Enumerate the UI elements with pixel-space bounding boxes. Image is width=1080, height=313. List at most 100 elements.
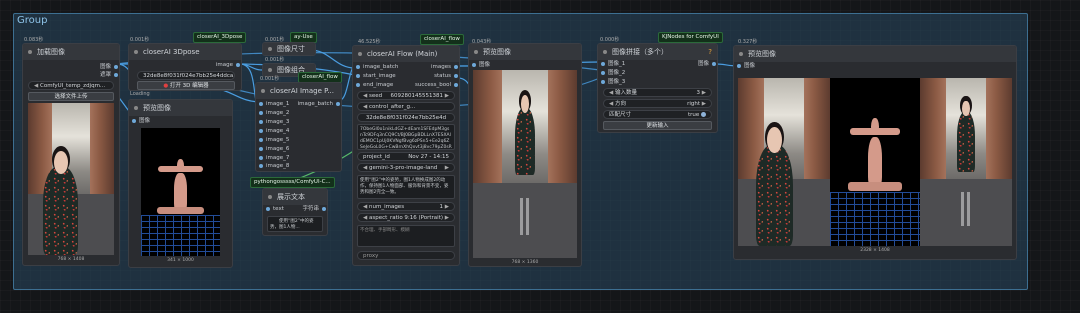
node-title[interactable]: 图像拼接（多个）? (598, 44, 717, 60)
collapse-dot-icon[interactable] (739, 52, 743, 56)
control-after-generate-widget[interactable]: ◀ control_after_g...randomize ▶ (357, 102, 455, 111)
output-image-socket[interactable]: image (216, 62, 241, 69)
preview-image-node-right[interactable]: 预览图像 图像 2328 × 1408 (733, 45, 1017, 260)
person-figure (43, 150, 78, 255)
collapse-dot-icon[interactable] (268, 47, 272, 51)
closerai-image-pack-node[interactable]: closerAI Image P... image_1 image_2 imag… (255, 82, 342, 172)
image-size-node[interactable]: 图像尺寸 (262, 42, 316, 56)
preview-image-node-center[interactable]: 预览图像 图像 768 × 1360 (468, 43, 582, 267)
show-text-node[interactable]: 展示文本 text 字符串 使用“图2”中的姿势，图1人物... (262, 188, 328, 236)
collapse-dot-icon[interactable] (261, 89, 265, 93)
right-arrow-icon[interactable]: ▶ (443, 215, 449, 221)
input-image-2[interactable]: image_2 (258, 110, 289, 117)
output-success-bool[interactable]: success_bool (415, 82, 459, 89)
output-status[interactable]: status (434, 73, 458, 80)
output-string-socket[interactable]: 字符串 (302, 206, 326, 213)
collapse-dot-icon[interactable] (134, 50, 138, 54)
right-arrow-icon[interactable]: ▶ (443, 204, 449, 210)
input-image-1[interactable]: 图像_1 (600, 61, 625, 68)
collapse-dot-icon[interactable] (358, 52, 362, 56)
node-timer: 0.083秒 (24, 37, 44, 43)
inputcount-widget[interactable]: ◀ 输入数量 3 ▶ (603, 88, 712, 97)
building-right (547, 70, 577, 183)
node-title[interactable]: 预览图像 (469, 44, 581, 60)
node-timer: 0.000秒 (600, 37, 620, 43)
input-image-3[interactable]: 图像_3 (600, 79, 625, 86)
node-title[interactable]: 预览图像 (129, 100, 232, 116)
collapse-dot-icon[interactable] (474, 50, 478, 54)
output-image-socket[interactable]: 图像 (698, 61, 717, 68)
image-stitch-node[interactable]: 图像拼接（多个）? 图像_1 图像_2 图像_3 图像 ◀ 输入数量 3 ▶ ◀ … (597, 43, 718, 133)
input-image-3[interactable]: image_3 (258, 119, 289, 126)
node-title[interactable]: closerAI Flow (Main) (353, 46, 459, 62)
seed-widget[interactable]: ◀ seed 609280145551381 ▶ (357, 91, 455, 100)
input-image-2[interactable]: 图像_2 (600, 70, 625, 77)
collapse-dot-icon[interactable] (28, 50, 32, 54)
output-image-batch[interactable]: image_batch (298, 101, 341, 108)
workflow-canvas[interactable]: Group 0.083秒 加载图像 图像 遮罩 ◀ ComfyUI_temp_z… (0, 0, 1080, 313)
proxy-field[interactable]: proxy (357, 251, 455, 260)
input-image-4[interactable]: image_4 (258, 128, 289, 135)
model-select[interactable]: ◀ gemini-3-pro-image-land ▶ (357, 163, 455, 172)
closerai-3dpose-node[interactable]: closerAI 3Dpose image 32de8e8f031f024e7b… (128, 43, 242, 91)
input-start-image[interactable]: start_image (356, 73, 396, 80)
node-badge: KJNodes for ComfyUI (658, 32, 723, 43)
input-image-6[interactable]: image_6 (258, 146, 289, 153)
load-image-node[interactable]: 加载图像 图像 遮罩 ◀ ComfyUI_temp_zdjqm...▶ 选择文件… (22, 43, 120, 266)
project-id-widget[interactable]: project_id Nov 27 - 14:15 (357, 152, 455, 161)
aspect-ratio-widget[interactable]: ◀ aspect_ratio 9:16 (Portrait) ▶ (357, 213, 455, 222)
building-right (986, 78, 1012, 179)
building-right (804, 78, 830, 179)
building-left (920, 78, 946, 179)
input-image-5[interactable]: image_5 (258, 137, 289, 144)
node-title[interactable]: 加载图像 (23, 44, 119, 60)
collapse-dot-icon[interactable] (268, 68, 272, 72)
upload-button[interactable]: 选择文件上传 (28, 92, 114, 101)
input-end-image[interactable]: end_image (355, 82, 393, 89)
closerai-flow-main-node[interactable]: closerAI Flow (Main) image_batch start_i… (352, 45, 460, 266)
help-icon[interactable]: ? (708, 44, 712, 60)
node-title[interactable]: 图像尺寸 (263, 43, 315, 55)
output-mask-socket[interactable]: 遮罩 (100, 72, 119, 79)
output-image-socket[interactable]: 图像 (100, 64, 119, 71)
show-text-content[interactable]: 使用“图2”中的姿势，图1人物... (267, 216, 323, 232)
right-arrow-icon[interactable]: ▶ (700, 101, 706, 107)
num-images-widget[interactable]: ◀ num_images 1 ▶ (357, 202, 455, 211)
preview-image-node-left[interactable]: 预览图像 图像 341 × 1000 (128, 99, 233, 268)
right-arrow-icon[interactable]: ▶ (700, 90, 706, 96)
collapse-dot-icon[interactable] (268, 195, 272, 199)
direction-widget[interactable]: ◀ 方向 right ▶ (603, 99, 712, 108)
input-image-batch[interactable]: image_batch (355, 64, 398, 71)
match-size-toggle[interactable]: 匹配尺寸 true (603, 110, 712, 119)
open-3d-editor-button[interactable]: ● 打开 3D 编辑器 (137, 81, 235, 90)
node-title[interactable]: 预览图像 (734, 46, 1016, 62)
input-images-socket[interactable]: 图像 (471, 62, 490, 69)
node-title[interactable]: closerAI 3Dpose (129, 44, 241, 60)
input-images-socket[interactable]: 图像 (131, 118, 150, 125)
input-image-1[interactable]: image_1 (258, 101, 289, 108)
update-inputs-button[interactable]: 更新输入 (603, 121, 712, 130)
toggle-knob-icon[interactable] (701, 112, 706, 117)
canvas-corner-handle[interactable] (1018, 279, 1028, 289)
pose-hash-field[interactable]: 32de8e8f031f024e7bb25e4ddca... (137, 71, 235, 80)
generated-preview-image (473, 70, 577, 258)
collapse-dot-icon[interactable] (603, 50, 607, 54)
input-text-socket[interactable]: text (266, 206, 284, 213)
node-title[interactable]: 展示文本 (263, 189, 327, 205)
right-arrow-icon[interactable]: ▶ (443, 93, 449, 99)
hash-field[interactable]: 32de8e8f031f024e7bb25e4d (357, 113, 455, 122)
collapse-dot-icon[interactable] (134, 106, 138, 110)
output-images[interactable]: images (431, 64, 458, 71)
negative-prompt-textarea[interactable]: 不合理、手部畸形、模糊 (357, 225, 455, 247)
person-figure (756, 127, 794, 246)
prompt-textarea[interactable]: 使用“图2”中的姿势，图1人物换成图2的动作，保持图1人物面部、服饰和背景不变，… (357, 175, 455, 199)
right-arrow-icon[interactable]: ▶ (445, 164, 449, 171)
person-figure (514, 95, 536, 176)
image-file-select[interactable]: ◀ ComfyUI_temp_zdjqm...▶ (28, 81, 114, 90)
node-title[interactable]: closerAI Image P... (256, 83, 341, 99)
input-image-7[interactable]: image_7 (258, 155, 289, 162)
input-images-socket[interactable]: 图像 (736, 63, 755, 70)
payload-textarea[interactable]: 7ObeGl0o1nikLdGZ+dEam1SFEdpM3gsnTc9DFq3n… (357, 124, 455, 150)
input-image-8[interactable]: image_8 (258, 163, 289, 170)
mannequin-torso (867, 136, 883, 188)
